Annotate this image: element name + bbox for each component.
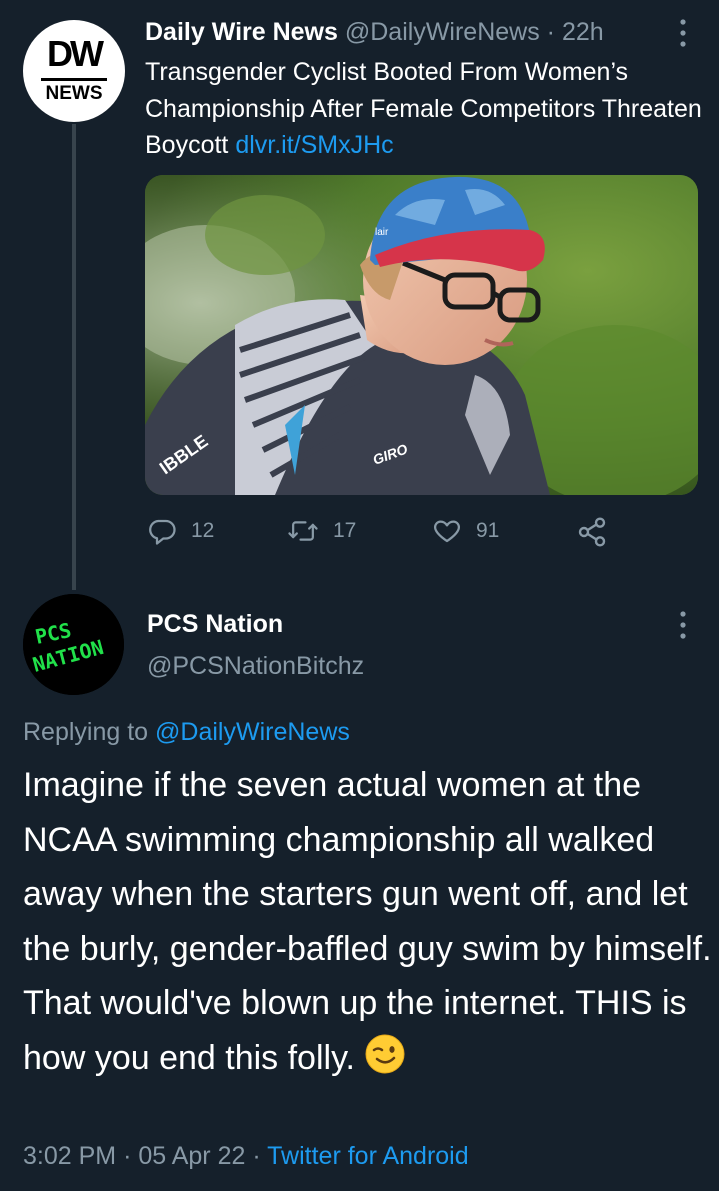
tweet2-display-name[interactable]: PCS Nation bbox=[147, 607, 283, 641]
meta-separator: · bbox=[252, 1142, 261, 1170]
share-button[interactable] bbox=[576, 516, 608, 548]
cap-logo-text: lair bbox=[375, 227, 389, 238]
tweet1-media-image[interactable]: lair IBBLE GIRO bbox=[145, 175, 698, 495]
pcs-nation-logo: PCS NATION bbox=[23, 594, 124, 695]
retweet-icon bbox=[288, 521, 318, 541]
avatar-logo-text-top: DW bbox=[47, 33, 104, 74]
tweet2-meta: 3:02 PM · 05 Apr 22 · Twitter for Androi… bbox=[23, 1138, 469, 1174]
reply-count: 12 bbox=[191, 519, 215, 542]
share-icon bbox=[578, 517, 606, 547]
tweet1-header: Daily Wire News @DailyWireNews · 22h bbox=[145, 16, 604, 48]
retweet-button[interactable]: 17 bbox=[287, 516, 356, 546]
replying-prefix: Replying to bbox=[23, 718, 149, 746]
retweet-count: 17 bbox=[333, 519, 357, 542]
tweet2-time[interactable]: 3:02 PM bbox=[23, 1142, 116, 1170]
tweet1-time[interactable]: 22h bbox=[562, 18, 604, 46]
avatar-logo-divider bbox=[41, 78, 107, 81]
daily-wire-avatar[interactable]: DW NEWS bbox=[23, 20, 125, 122]
reply-button[interactable]: 12 bbox=[147, 516, 214, 546]
tweet1-handle[interactable]: @DailyWireNews bbox=[345, 18, 540, 46]
reply-icon bbox=[149, 519, 176, 545]
winking-face-emoji bbox=[365, 1034, 405, 1073]
cyclist-photo: lair IBBLE GIRO bbox=[145, 175, 698, 495]
avatar-logo-text-bottom: NEWS bbox=[45, 83, 103, 104]
thread-connector-line bbox=[72, 124, 76, 590]
pcs-nation-avatar[interactable]: PCS NATION bbox=[23, 594, 124, 695]
meta-separator: · bbox=[123, 1142, 132, 1170]
tweet1-text: Transgender Cyclist Booted From Women’s … bbox=[145, 54, 705, 164]
tweet2-body: Imagine if the seven actual women at the… bbox=[23, 766, 712, 1077]
tweet1-display-name[interactable]: Daily Wire News bbox=[145, 18, 338, 46]
replying-to-line: Replying to @DailyWireNews bbox=[23, 714, 350, 750]
more-vertical-icon[interactable] bbox=[679, 18, 687, 48]
header-separator: · bbox=[546, 18, 555, 46]
tweet2-date[interactable]: 05 Apr 22 bbox=[138, 1142, 245, 1170]
tweet2-text: Imagine if the seven actual women at the… bbox=[23, 758, 713, 1085]
heart-icon bbox=[434, 520, 460, 543]
like-count: 91 bbox=[476, 519, 500, 542]
tweet1-link[interactable]: dlvr.it/SMxJHc bbox=[235, 131, 393, 159]
like-button[interactable]: 91 bbox=[432, 516, 499, 546]
tweet2-source[interactable]: Twitter for Android bbox=[267, 1142, 468, 1170]
replying-to-handle[interactable]: @DailyWireNews bbox=[155, 718, 350, 746]
tweet2-handle[interactable]: @PCSNationBitchz bbox=[147, 649, 364, 683]
tweet1-body: Transgender Cyclist Booted From Women’s … bbox=[145, 58, 702, 159]
more-vertical-icon[interactable] bbox=[679, 610, 687, 640]
